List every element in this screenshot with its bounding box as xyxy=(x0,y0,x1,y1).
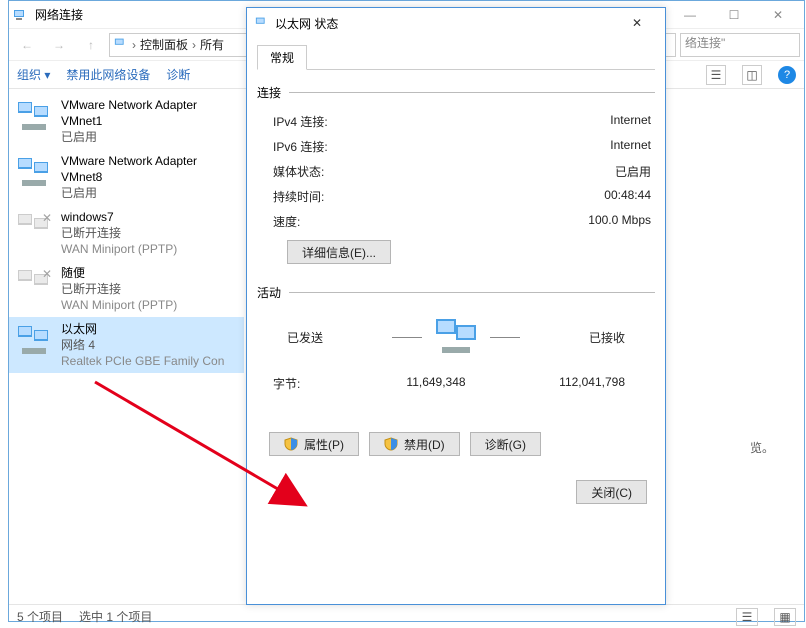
diagnose-button[interactable]: 诊断(G) xyxy=(470,432,541,456)
disable-label: 禁用(D) xyxy=(404,436,445,453)
adapter-status: 已断开连接 xyxy=(61,225,177,241)
organize-menu[interactable]: 组织 ▾ xyxy=(17,66,50,83)
search-placeholder: 络连接" xyxy=(685,36,725,50)
network-icon xyxy=(255,15,269,32)
adapter-name: 以太网 xyxy=(61,321,224,337)
row-val: 100.0 Mbps xyxy=(511,213,651,230)
dialog-footer: 关闭(C) xyxy=(247,466,665,518)
svg-text:✕: ✕ xyxy=(42,211,52,225)
recv-bytes: 112,041,798 xyxy=(499,375,625,392)
section-connection-label: 连接 xyxy=(257,84,281,101)
close-button[interactable]: ✕ xyxy=(756,2,800,28)
status-count: 5 个项目 xyxy=(17,608,63,625)
adapter-icon xyxy=(13,97,55,139)
row-key: 速度: xyxy=(273,213,511,230)
row-key: IPv6 连接: xyxy=(273,138,511,155)
svg-text:✕: ✕ xyxy=(42,267,52,281)
row-key: IPv4 连接: xyxy=(273,113,511,130)
properties-label: 属性(P) xyxy=(304,436,344,453)
adapter-name: VMware Network Adapter VMnet1 xyxy=(61,97,236,129)
section-activity: 活动 已发送 已接收 字节: 11,649,348 112,041,798 xyxy=(257,284,655,456)
row-val: 00:48:44 xyxy=(511,188,651,205)
adapter-status: 已启用 xyxy=(61,129,236,145)
list-item[interactable]: VMware Network Adapter VMnet8 已启用 xyxy=(9,149,244,205)
adapter-name: VMware Network Adapter VMnet8 xyxy=(61,153,236,185)
view-icon[interactable]: ☰ xyxy=(706,65,726,85)
dialog-close-button[interactable]: ✕ xyxy=(617,9,657,37)
dialog-title: 以太网 状态 xyxy=(275,15,617,32)
maximize-button[interactable]: ☐ xyxy=(712,2,756,28)
breadcrumb-sep: › xyxy=(192,38,196,52)
network-icon xyxy=(114,36,128,53)
activity-icon xyxy=(392,315,520,359)
row-key: 媒体状态: xyxy=(273,163,511,180)
breadcrumb-sep: › xyxy=(132,38,136,52)
adapter-status: 网络 4 xyxy=(61,337,224,353)
section-activity-label: 活动 xyxy=(257,284,281,301)
row-key: 持续时间: xyxy=(273,188,511,205)
bytes-label: 字节: xyxy=(273,375,373,392)
adapter-icon-disconnected: ✕ xyxy=(13,209,55,251)
close-button[interactable]: 关闭(C) xyxy=(576,480,647,504)
preview-pane-icon[interactable]: ◫ xyxy=(742,65,762,85)
disable-button[interactable]: 禁用(D) xyxy=(369,432,460,456)
shield-icon xyxy=(384,437,398,451)
adapter-device: WAN Miniport (PPTP) xyxy=(61,241,177,257)
adapter-icon xyxy=(13,153,55,195)
properties-button[interactable]: 属性(P) xyxy=(269,432,359,456)
up-button[interactable]: ↑ xyxy=(77,33,105,57)
sent-bytes: 11,649,348 xyxy=(373,375,499,392)
window-controls: — ☐ ✕ xyxy=(668,2,800,28)
tabset: 常规 xyxy=(257,44,655,70)
ethernet-status-dialog: 以太网 状态 ✕ 常规 连接 IPv4 连接:Internet IPv6 连接:… xyxy=(246,7,666,605)
row-val: Internet xyxy=(511,113,651,130)
status-selected: 选中 1 个项目 xyxy=(79,608,152,625)
recv-label: 已接收 xyxy=(589,329,625,346)
sent-label: 已发送 xyxy=(287,329,323,346)
list-item[interactable]: ✕ 随便 已断开连接 WAN Miniport (PPTP) xyxy=(9,261,244,317)
row-val: Internet xyxy=(511,138,651,155)
disable-device-button[interactable]: 禁用此网络设备 xyxy=(66,66,150,83)
network-icon xyxy=(13,7,29,23)
back-button[interactable]: ← xyxy=(13,33,41,57)
breadcrumb-1[interactable]: 控制面板 xyxy=(140,36,188,53)
minimize-button[interactable]: — xyxy=(668,2,712,28)
section-connection: 连接 IPv4 连接:Internet IPv6 连接:Internet 媒体状… xyxy=(257,84,655,264)
shield-icon xyxy=(284,437,298,451)
adapter-name: 随便 xyxy=(61,265,177,281)
list-item-selected[interactable]: 以太网 网络 4 Realtek PCIe GBE Family Con xyxy=(9,317,244,373)
list-item[interactable]: VMware Network Adapter VMnet1 已启用 xyxy=(9,93,244,149)
adapter-icon xyxy=(13,321,55,363)
row-val: 已启用 xyxy=(511,163,651,180)
search-input[interactable]: 络连接" xyxy=(680,33,800,57)
list-item[interactable]: ✕ windows7 已断开连接 WAN Miniport (PPTP) xyxy=(9,205,244,261)
help-icon[interactable]: ? xyxy=(778,66,796,84)
dialog-body: 常规 连接 IPv4 连接:Internet IPv6 连接:Internet … xyxy=(247,38,665,466)
adapter-device: Realtek PCIe GBE Family Con xyxy=(61,353,224,369)
adapter-device: WAN Miniport (PPTP) xyxy=(61,297,177,313)
adapter-name: windows7 xyxy=(61,209,177,225)
preview-hint: 览。 xyxy=(750,439,774,456)
details-button[interactable]: 详细信息(E)... xyxy=(287,240,391,264)
adapter-status: 已启用 xyxy=(61,185,236,201)
tab-general[interactable]: 常规 xyxy=(257,45,307,70)
forward-button[interactable]: → xyxy=(45,33,73,57)
adapter-status: 已断开连接 xyxy=(61,281,177,297)
adapter-icon-disconnected: ✕ xyxy=(13,265,55,307)
dialog-titlebar: 以太网 状态 ✕ xyxy=(247,8,665,38)
breadcrumb-2[interactable]: 所有 xyxy=(200,36,224,53)
diagnose-button[interactable]: 诊断 xyxy=(166,66,190,83)
statusbar: 5 个项目 选中 1 个项目 ☰ ▦ xyxy=(9,604,804,628)
